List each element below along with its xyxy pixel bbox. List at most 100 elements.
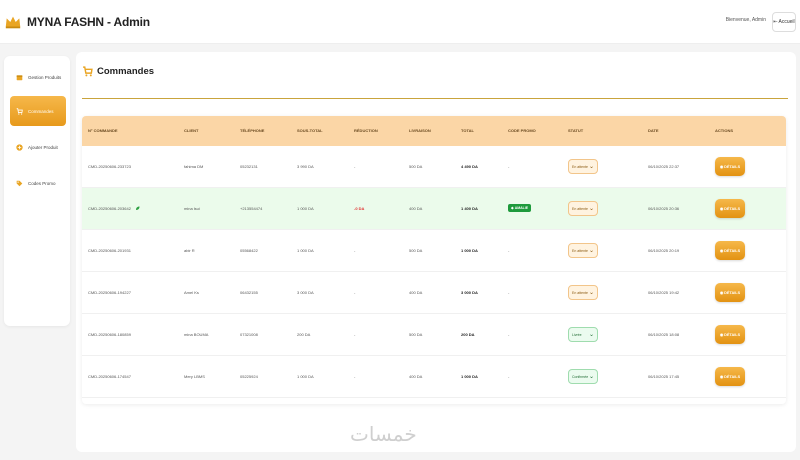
client-name: fahima DM [184,164,204,169]
status-select[interactable]: En attente ⌄ [568,201,598,216]
col-date: DATE [648,128,659,133]
status-value: En attente [572,164,588,169]
plus-circle-icon [16,143,23,151]
subtotal: 200 DA [297,332,311,337]
client-name: abir R [184,248,195,253]
total: 1 400 DA [461,206,478,211]
details-button[interactable]: ◉ DÉTAILS [715,157,745,176]
cart-icon [16,107,23,115]
client-name: Mery LBMS [184,374,205,379]
col-actions: ACTIONS [715,128,733,133]
details-label: DÉTAILS [724,332,741,337]
client-name: mina BOUMA [184,332,209,337]
home-button[interactable]: ⇤ Accueil [772,12,796,32]
subtotal: 3 990 DA [297,164,314,169]
tag-icon [16,180,23,186]
status-value: Confirmée [572,374,589,379]
top-bar: MYNA FASHN - Admin Bienvenue, Admin ⇤ Ac… [0,0,800,44]
title-divider [82,98,788,99]
phone: 06432155 [240,290,258,295]
order-number: CMD-20250606-180859 [88,332,131,337]
details-label: DÉTAILS [724,164,741,169]
promo-code-badge: ◆ AMALIE [508,204,532,212]
leaf-icon [135,206,140,211]
promo-code: - [508,164,510,169]
eye-icon: ◉ [719,207,724,211]
details-button[interactable]: ◉ DÉTAILS [715,283,745,302]
sidebar-item-commandes[interactable]: Commandes [10,96,66,126]
col-client: CLIENT [184,128,199,133]
chevron-down-icon: ⌄ [588,290,594,296]
status-value: En attente [572,206,588,211]
discount: -0 DA [354,206,365,211]
status-value: Livrée [572,332,582,337]
order-number: CMD-20250606-174547 [88,374,131,379]
chevron-down-icon: ⌄ [588,332,594,338]
phone: 05232131 [240,164,258,169]
orders-table: N° COMMANDE CLIENT TÉLÉPHONE SOUS-TOTAL … [82,116,786,404]
discount: - [354,164,356,169]
brand[interactable]: MYNA FASHN - Admin [4,13,150,31]
page-title: Commandes [97,66,155,77]
col-promo: CODE PROMO [508,128,536,133]
crown-icon [5,16,21,28]
eye-icon: ◉ [719,333,724,337]
status-select[interactable]: En attente ⌄ [568,285,598,300]
details-button[interactable]: ◉ DÉTAILS [715,367,745,386]
promo-code: - [508,248,510,253]
table-row: CMD-20250606-174547 Mery LBMS 05225924 1… [82,356,786,398]
status-select[interactable]: En attente ⌄ [568,159,598,174]
sidebar-item-codes-promo[interactable]: Codes Promo [10,168,66,198]
status-select[interactable]: En attente ⌄ [568,243,598,258]
delivery: 500 DA [409,332,423,337]
status-select[interactable]: Confirmée ⌄ [568,369,598,384]
order-date: 06/10/2025 22:37 [648,164,680,169]
phone: 05225924 [240,374,258,379]
client-name: Amel Ks [184,290,199,295]
promo-code: - [508,290,510,295]
details-label: DÉTAILS [724,206,741,211]
order-date: 06/10/2025 20:36 [648,206,680,211]
order-date: 06/10/2025 17:45 [648,374,680,379]
delivery: 500 DA [409,248,423,253]
details-button[interactable]: ◉ DÉTAILS [715,199,745,218]
col-status: STATUT [568,128,584,133]
total: 1 000 DA [461,374,478,379]
table-row: CMD-20250606-203642 mina lsui +213554474… [82,188,786,230]
phone: 07321008 [240,332,258,337]
page-header: Commandes [82,66,154,77]
subtotal: 1 000 DA [297,248,314,253]
status-value: En attente [572,290,588,295]
client-name: mina lsui [184,206,200,211]
delivery: 400 DA [409,374,423,379]
total: 3 000 DA [461,290,478,295]
eye-icon: ◉ [719,375,724,379]
discount: - [354,374,356,379]
subtotal: 1 000 DA [297,206,314,211]
details-label: DÉTAILS [724,374,741,379]
table-header: N° COMMANDE CLIENT TÉLÉPHONE SOUS-TOTAL … [82,116,786,146]
details-button[interactable]: ◉ DÉTAILS [715,325,745,344]
phone: +213554474 [240,206,263,211]
sidebar-item-gestion-produits[interactable]: Gestion Produits [10,62,66,92]
chevron-down-icon: ⌄ [588,248,594,254]
promo-code: AMALIE [514,206,529,210]
main-panel: Commandes N° COMMANDE CLIENT TÉLÉPHONE S… [76,52,796,452]
discount: - [354,290,356,295]
sidebar-item-ajouter-produit[interactable]: Ajouter Produit [10,132,66,162]
chevron-down-icon: ⌄ [588,164,594,170]
cart-icon [83,66,93,77]
status-select[interactable]: Livrée ⌄ [568,327,598,342]
order-date: 06/10/2025 20:19 [648,248,680,253]
details-button[interactable]: ◉ DÉTAILS [715,241,745,260]
promo-code: - [508,374,510,379]
welcome-text: Bienvenue, Admin [725,17,766,23]
sidebar-item-label: Gestion Produits [28,74,62,80]
sidebar: Gestion Produits Commandes Ajouter Produ… [4,56,70,326]
home-button-label: Accueil [778,19,795,25]
discount: - [354,332,356,337]
box-icon [16,74,23,80]
table-row: CMD-20250606-233723 fahima DM 05232131 3… [82,146,786,188]
eye-icon: ◉ [719,165,724,169]
table-row: CMD-20250606-180859 mina BOUMA 07321008 … [82,314,786,356]
